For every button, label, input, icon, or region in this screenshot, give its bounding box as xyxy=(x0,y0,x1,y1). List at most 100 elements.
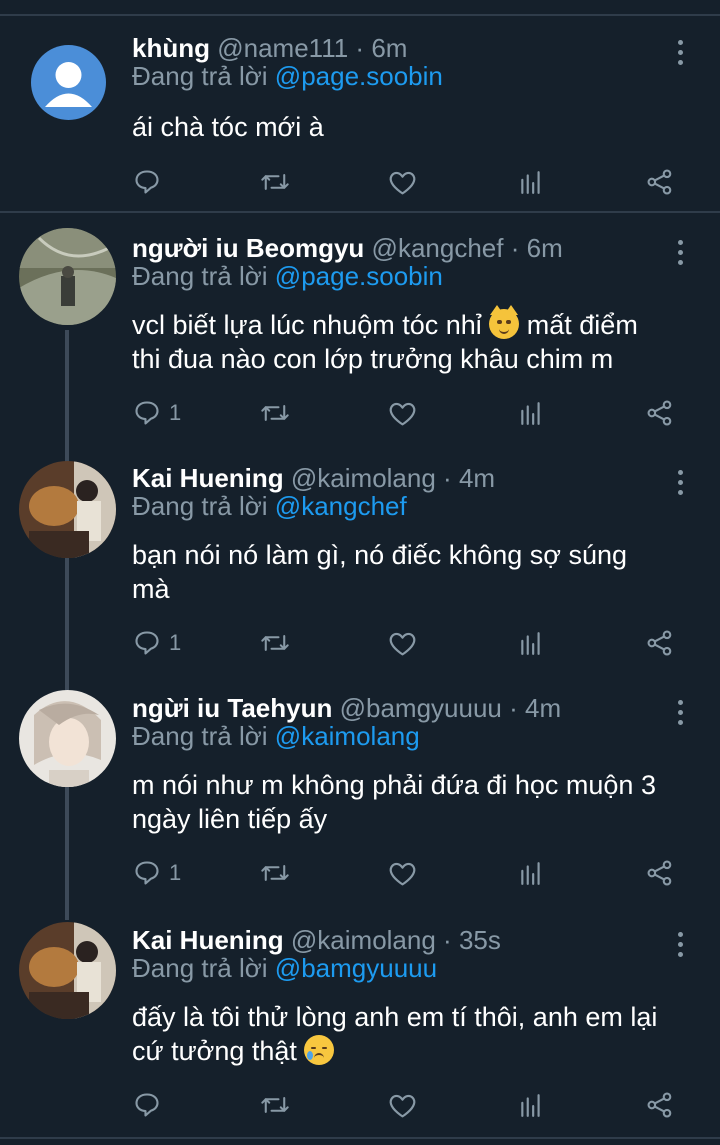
tweet-text-line: vcl biết lựa lúc nhuộm tóc nhỉ xyxy=(132,310,482,340)
share-button[interactable] xyxy=(646,162,674,202)
replying-to-label: Đang trả lời xyxy=(132,261,268,291)
tweet-text: m nói như m không phải đứa đi học muộn 3… xyxy=(132,770,656,834)
tweet-text: ái chà tóc mới à xyxy=(132,112,324,142)
timestamp[interactable]: 4m xyxy=(459,463,495,493)
user-handle[interactable]: @kaimolang xyxy=(291,463,436,493)
retweet-icon xyxy=(261,865,289,881)
timestamp[interactable]: 35s xyxy=(459,925,501,955)
user-handle[interactable]: @kangchef xyxy=(372,233,504,263)
analytics-icon xyxy=(521,632,540,655)
display-name[interactable]: Kai Huening xyxy=(132,463,284,493)
more-options-icon[interactable] xyxy=(672,932,688,962)
dot-separator: · xyxy=(355,33,365,63)
share-button[interactable] xyxy=(646,853,674,893)
tweet-5[interactable]: Kai Huening @kaimolang · 35s Đang trả lờ… xyxy=(0,920,720,1135)
retweet-button[interactable] xyxy=(260,1085,290,1125)
share-icon xyxy=(647,1092,672,1118)
user-handle[interactable]: @kaimolang xyxy=(291,925,436,955)
replying-to: Đang trả lời @bamgyuuuu xyxy=(132,953,437,984)
more-options-icon[interactable] xyxy=(672,470,688,500)
top-divider xyxy=(0,14,720,16)
mention-link[interactable]: @kangchef xyxy=(275,491,407,521)
analytics-button[interactable] xyxy=(518,393,544,433)
retweet-button[interactable] xyxy=(260,853,290,893)
timestamp[interactable]: 6m xyxy=(527,233,563,263)
default-avatar-icon xyxy=(45,62,92,107)
timestamp[interactable]: 4m xyxy=(525,693,561,723)
retweet-button[interactable] xyxy=(260,162,290,202)
share-button[interactable] xyxy=(646,623,674,663)
analytics-icon xyxy=(521,171,540,194)
avatar[interactable] xyxy=(19,228,116,325)
heart-icon xyxy=(389,632,416,655)
replying-to: Đang trả lời @kaimolang xyxy=(132,721,420,752)
display-name[interactable]: người iu Beomgyu xyxy=(132,233,364,263)
user-handle[interactable]: @bamgyuuuu xyxy=(340,693,502,723)
like-button[interactable] xyxy=(388,162,417,202)
more-options-icon[interactable] xyxy=(672,240,688,270)
avatar[interactable] xyxy=(31,45,106,120)
sad-tear-emoji-icon xyxy=(304,1035,335,1065)
share-button[interactable] xyxy=(646,393,674,433)
tweet-1[interactable]: khùng @name111 · 6m Đang trả lời @page.s… xyxy=(0,28,720,213)
reply-icon xyxy=(135,861,159,885)
reply-button[interactable] xyxy=(133,162,169,202)
like-button[interactable] xyxy=(388,393,417,433)
tweet-text-line: cứ tưởng thật xyxy=(132,1036,297,1066)
display-name[interactable]: khùng xyxy=(132,33,210,63)
dot-separator: · xyxy=(510,233,520,263)
avatar[interactable] xyxy=(19,690,116,787)
tweet-divider xyxy=(0,211,720,213)
photo-avatar-image xyxy=(19,690,116,787)
share-button[interactable] xyxy=(646,1085,674,1125)
user-handle[interactable]: @name111 xyxy=(217,33,348,63)
tweet-text-line: mất điểm xyxy=(526,310,638,340)
mention-link[interactable]: @bamgyuuuu xyxy=(275,953,437,983)
mention-link[interactable]: @page.soobin xyxy=(275,261,443,291)
tweet-4[interactable]: ngừi iu Taehyun @bamgyuuuu · 4m Đang trả… xyxy=(0,688,720,903)
retweet-button[interactable] xyxy=(260,623,290,663)
display-name[interactable]: Kai Huening xyxy=(132,925,284,955)
like-button[interactable] xyxy=(388,1085,417,1125)
photo-avatar-image xyxy=(19,922,116,1019)
action-bar: 1 xyxy=(0,853,720,893)
timestamp[interactable]: 6m xyxy=(371,33,407,63)
analytics-icon xyxy=(521,402,540,425)
reply-icon xyxy=(135,170,159,194)
action-bar xyxy=(0,1085,720,1125)
analytics-button[interactable] xyxy=(518,162,544,202)
share-icon xyxy=(647,169,672,195)
more-options-icon[interactable] xyxy=(672,700,688,730)
replying-to-label: Đang trả lời xyxy=(132,491,268,521)
reply-button[interactable]: 1 xyxy=(133,623,181,663)
analytics-button[interactable] xyxy=(518,1085,544,1125)
reply-count: 1 xyxy=(169,400,182,425)
reply-button[interactable]: 1 xyxy=(133,393,181,433)
reply-button[interactable]: 1 xyxy=(133,853,181,893)
share-icon xyxy=(647,860,672,886)
dot-separator: · xyxy=(509,693,518,723)
heart-icon xyxy=(389,171,416,194)
replying-to-label: Đang trả lời xyxy=(132,721,268,751)
avatar[interactable] xyxy=(19,461,116,558)
retweet-button[interactable] xyxy=(260,393,290,433)
more-options-icon[interactable] xyxy=(672,40,688,70)
heart-icon xyxy=(389,402,416,425)
tweet-text: vcl biết lựa lúc nhuộm tóc nhỉ mất điểm … xyxy=(132,305,702,376)
analytics-button[interactable] xyxy=(518,623,544,663)
like-button[interactable] xyxy=(388,623,417,663)
mention-link[interactable]: @page.soobin xyxy=(275,61,443,91)
heart-icon xyxy=(389,862,416,885)
tweet-3[interactable]: Kai Huening @kaimolang · 4m Đang trả lời… xyxy=(0,458,720,673)
like-button[interactable] xyxy=(388,853,417,893)
cat-emoji-icon xyxy=(489,305,520,339)
avatar[interactable] xyxy=(19,922,116,1019)
photo-avatar-image xyxy=(19,461,116,558)
analytics-button[interactable] xyxy=(518,853,544,893)
display-name[interactable]: ngừi iu Taehyun xyxy=(132,693,332,723)
reply-button[interactable] xyxy=(133,1085,169,1125)
reply-icon xyxy=(135,631,159,655)
tweet-2[interactable]: người iu Beomgyu @kangchef · 6m Đang trả… xyxy=(0,228,720,443)
replying-to: Đang trả lời @page.soobin xyxy=(132,261,443,292)
mention-link[interactable]: @kaimolang xyxy=(275,721,420,751)
